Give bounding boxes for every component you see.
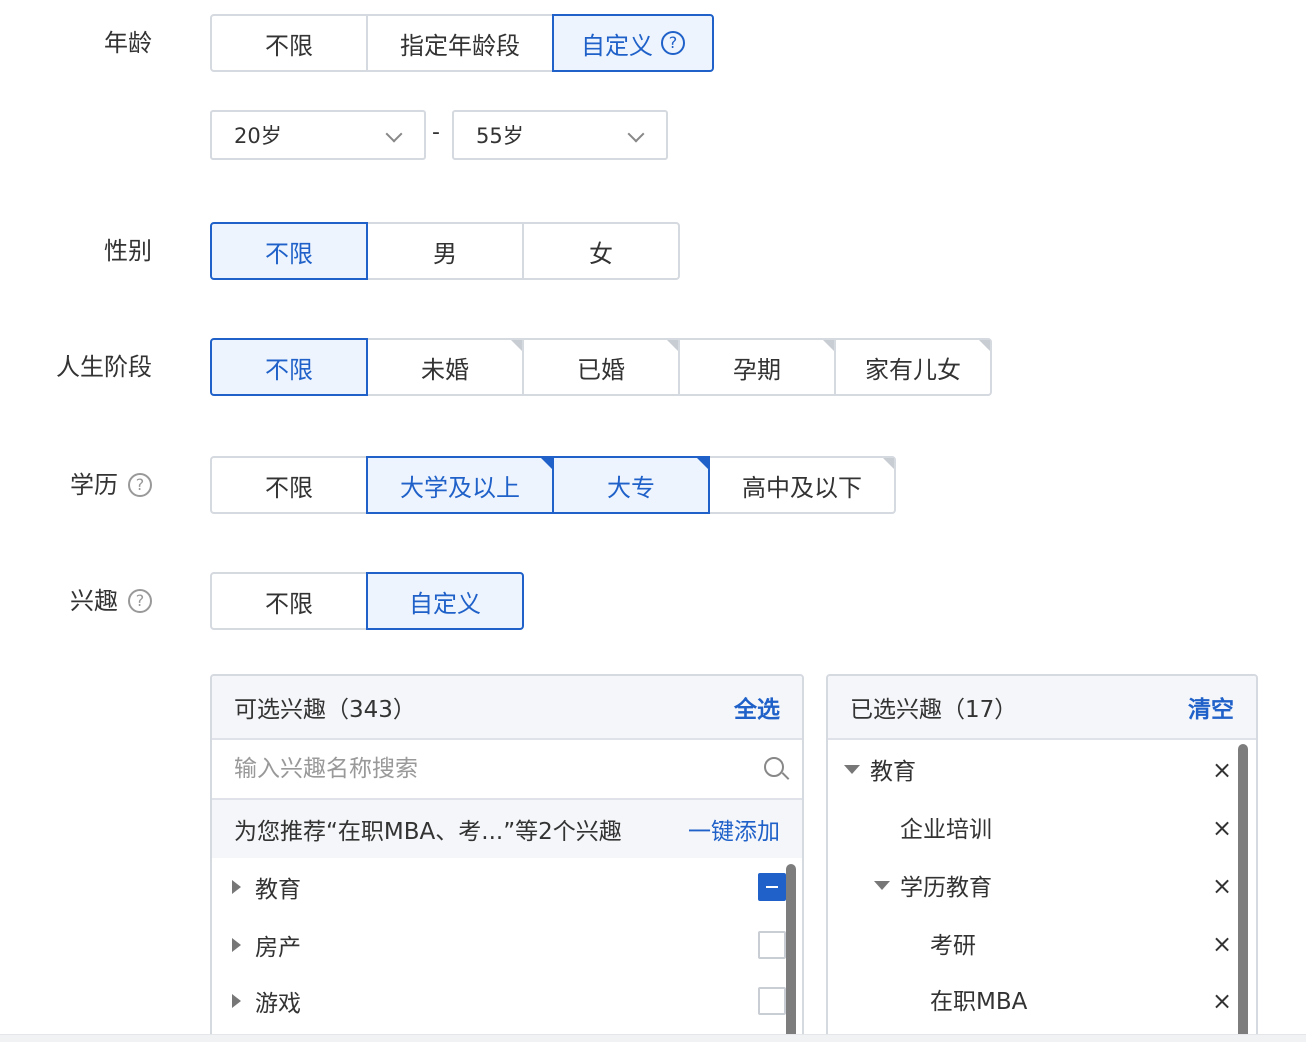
age-to-select[interactable]: 55岁 — [452, 110, 668, 160]
available-panel-header: 可选兴趣（343） 全选 — [212, 676, 802, 740]
life-stage-option-married[interactable]: 已婚 — [522, 338, 680, 396]
caret-right-icon[interactable] — [232, 938, 241, 952]
question-circle-icon[interactable]: ? — [661, 31, 685, 55]
clear-button[interactable]: 清空 — [1188, 690, 1234, 724]
life-stage-label: 人生阶段 — [56, 353, 152, 381]
education-label: 学历 ? — [0, 470, 152, 500]
gender-label: 性别 — [104, 237, 152, 265]
caret-right-icon[interactable] — [232, 880, 241, 894]
education-option-bachelor-plus[interactable]: 大学及以上 — [366, 456, 554, 514]
bottom-edge — [0, 1034, 1306, 1042]
interest-checkbox[interactable] — [758, 873, 786, 901]
corner-marker-icon — [823, 340, 834, 351]
range-separator: - — [432, 120, 440, 145]
caret-right-icon[interactable] — [232, 994, 241, 1008]
age-option-custom[interactable]: 自定义 ? — [552, 14, 714, 72]
life-stage-option-single[interactable]: 未婚 — [366, 338, 524, 396]
education-option-group: 不限 大学及以上 大专 高中及以下 — [210, 456, 896, 514]
scrollbar[interactable] — [786, 864, 796, 1042]
gender-option-male[interactable]: 男 — [366, 222, 524, 280]
scrollbar[interactable] — [1238, 744, 1248, 1042]
interest-checkbox[interactable] — [758, 987, 786, 1015]
interest-option-custom[interactable]: 自定义 — [366, 572, 524, 630]
age-option-unlimited[interactable]: 不限 — [210, 14, 368, 72]
list-item[interactable]: 教育 — [232, 858, 301, 916]
interest-option-group: 不限 自定义 — [210, 572, 524, 630]
selected-panel-header: 已选兴趣（17） 清空 — [828, 676, 1256, 740]
chevron-down-icon — [385, 125, 403, 143]
interest-search-input[interactable] — [234, 756, 734, 782]
education-option-college[interactable]: 大专 — [552, 456, 710, 514]
selected-item: 教育 — [844, 740, 916, 798]
age-from-select[interactable]: 20岁 — [210, 110, 426, 160]
interest-search-bar — [212, 740, 802, 800]
remove-icon[interactable]: × — [1212, 814, 1232, 842]
question-circle-icon[interactable]: ? — [128, 473, 152, 497]
question-circle-icon[interactable]: ? — [128, 589, 152, 613]
gender-option-group: 不限 男 女 — [210, 222, 680, 280]
gender-option-unlimited[interactable]: 不限 — [210, 222, 368, 280]
interest-label: 兴趣 ? — [0, 586, 152, 616]
select-all-button[interactable]: 全选 — [734, 690, 780, 724]
corner-marker-icon — [667, 340, 678, 351]
selected-item: 企业培训 — [900, 817, 992, 843]
corner-marker-icon — [697, 458, 708, 469]
recommendation-text: 为您推荐“在职MBA、考...”等2个兴趣 — [234, 819, 622, 845]
age-option-group: 不限 指定年龄段 自定义 ? — [210, 14, 714, 72]
chevron-down-icon — [627, 125, 645, 143]
remove-icon[interactable]: × — [1212, 987, 1232, 1015]
caret-down-icon[interactable] — [844, 764, 860, 774]
add-all-recommended-button[interactable]: 一键添加 — [688, 812, 780, 846]
corner-marker-icon — [541, 458, 552, 469]
selected-item: 考研 — [930, 933, 976, 959]
recommendation-bar: 为您推荐“在职MBA、考...”等2个兴趣 一键添加 — [212, 800, 802, 858]
selected-item: 学历教育 — [874, 856, 992, 914]
corner-marker-icon — [979, 340, 990, 351]
interest-option-unlimited[interactable]: 不限 — [210, 572, 368, 630]
age-label: 年龄 — [104, 29, 152, 57]
remove-icon[interactable]: × — [1212, 872, 1232, 900]
search-icon[interactable] — [762, 755, 790, 783]
corner-marker-icon — [511, 340, 522, 351]
education-option-highschool-below[interactable]: 高中及以下 — [708, 456, 896, 514]
list-item[interactable]: 游戏 — [232, 972, 301, 1030]
available-panel-title: 可选兴趣（343） — [234, 697, 416, 723]
age-option-range[interactable]: 指定年龄段 — [366, 14, 554, 72]
selected-panel-title: 已选兴趣（17） — [850, 697, 1018, 723]
selected-interests-panel: 已选兴趣（17） 清空 教育 × 企业培训 × 学历教育 × 考研 × 在职MB… — [826, 674, 1258, 1042]
list-item[interactable]: 房产 — [232, 916, 301, 974]
corner-marker-icon — [883, 458, 894, 469]
life-stage-option-unlimited[interactable]: 不限 — [210, 338, 368, 396]
remove-icon[interactable]: × — [1212, 756, 1232, 784]
life-stage-option-group: 不限 未婚 已婚 孕期 家有儿女 — [210, 338, 992, 396]
selected-item: 在职MBA — [930, 989, 1028, 1015]
caret-down-icon[interactable] — [874, 880, 890, 890]
remove-icon[interactable]: × — [1212, 930, 1232, 958]
gender-option-female[interactable]: 女 — [522, 222, 680, 280]
interest-checkbox[interactable] — [758, 931, 786, 959]
life-stage-option-with-children[interactable]: 家有儿女 — [834, 338, 992, 396]
available-interests-panel: 可选兴趣（343） 全选 为您推荐“在职MBA、考...”等2个兴趣 一键添加 … — [210, 674, 804, 1042]
education-option-unlimited[interactable]: 不限 — [210, 456, 368, 514]
life-stage-option-pregnant[interactable]: 孕期 — [678, 338, 836, 396]
